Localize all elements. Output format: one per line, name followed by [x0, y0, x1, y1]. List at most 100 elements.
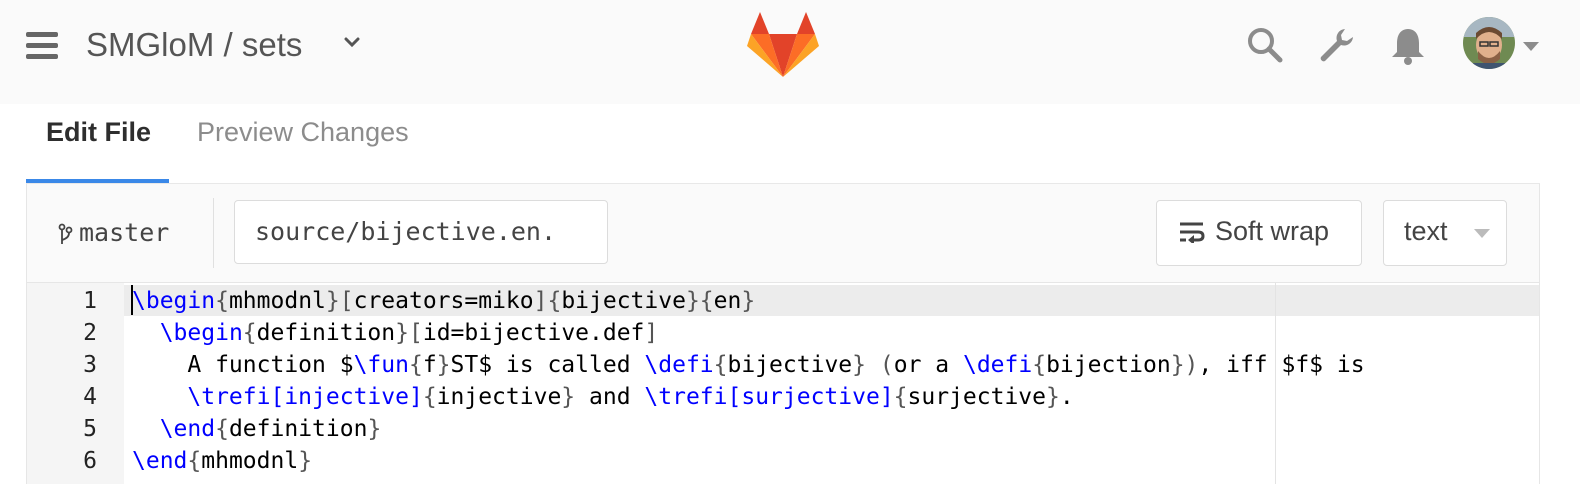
code-token: mhmodnl [228, 288, 326, 314]
code-token: ]{ [533, 288, 562, 314]
code-token: { [215, 288, 229, 314]
code-token: ST$ is called [450, 352, 645, 378]
code-token: creators=miko [353, 288, 534, 314]
code-token: [surjective] [727, 384, 894, 410]
code-line[interactable]: 4 \trefi[injective]{injective} and \tref… [27, 381, 1539, 413]
code-token: definition [256, 320, 396, 346]
code-token: injective [436, 384, 562, 410]
code-token: \end [132, 448, 188, 474]
code-token: { [215, 416, 229, 442]
branch-label: master [57, 218, 169, 247]
line-number: 2 [83, 320, 97, 346]
branch-name: master [79, 218, 170, 247]
file-mode-value: text [1404, 216, 1448, 246]
code-token: } [741, 288, 756, 314]
code-token: . [1059, 384, 1074, 410]
code-token: }) [1170, 352, 1199, 378]
line-number: 5 [83, 416, 97, 442]
code-token: bijective [727, 352, 853, 378]
code-token: , iff $f$ is [1198, 352, 1365, 378]
code-text[interactable]: A function $\fun{f}ST$ is called \defi{b… [132, 349, 1365, 381]
tab-label: Edit File [46, 117, 152, 147]
editor-tabs: Edit File Preview Changes [26, 104, 1540, 185]
code-text[interactable]: \end{mhmodnl} [132, 445, 312, 477]
code-token: \begin [159, 320, 243, 346]
soft-wrap-icon [1180, 222, 1205, 243]
code-token: { [408, 352, 423, 378]
code-token: }[ [325, 288, 354, 314]
code-token: id=bijective.def [422, 320, 645, 346]
code-editor[interactable]: 1 \begin{mhmodnl}[creators=miko]{bijectiv… [26, 283, 1540, 484]
code-token: { [242, 320, 257, 346]
code-token: { [422, 384, 437, 410]
code-token: }[ [395, 320, 423, 346]
code-token: mhmodnl [201, 448, 299, 474]
code-line[interactable]: 2 \begin{definition}[id=bijective.def] [27, 317, 1539, 349]
code-token: bijection [1046, 352, 1171, 378]
code-token: ] [644, 320, 659, 346]
code-token: \fun [353, 352, 409, 378]
code-line[interactable]: 1 \begin{mhmodnl}[creators=miko]{bijectiv… [27, 285, 1539, 317]
bell-icon[interactable] [1390, 26, 1426, 66]
project-breadcrumb[interactable]: SMGloM / sets [86, 26, 360, 64]
soft-wrap-label: Soft wrap [1215, 216, 1330, 246]
wrench-icon[interactable] [1318, 26, 1356, 64]
code-token: { [187, 448, 202, 474]
file-mode-select[interactable]: text [1383, 200, 1507, 266]
search-icon[interactable] [1246, 26, 1284, 64]
code-text[interactable]: \trefi[injective]{injective} and \trefi[… [132, 381, 1074, 413]
code-token: \end [159, 416, 216, 442]
code-token: A function $ [132, 352, 354, 378]
code-token: definition [228, 416, 368, 442]
menu-icon[interactable] [26, 32, 58, 60]
code-token: \trefi [644, 384, 728, 410]
gitlab-logo[interactable] [747, 12, 819, 78]
code-token: } [298, 448, 313, 474]
file-toolbar: master source/bijective.en. Soft wrap te… [26, 184, 1540, 283]
top-navbar: SMGloM / sets [0, 0, 1580, 104]
line-number: 6 [83, 448, 97, 474]
code-token: \begin [132, 288, 216, 314]
tab-preview-changes[interactable]: Preview Changes [197, 104, 409, 182]
code-line[interactable]: 3 A function $\fun{f}ST$ is called \defi… [27, 349, 1539, 381]
code-token: } [1046, 384, 1060, 410]
code-token: } [436, 352, 451, 378]
file-path-input[interactable]: source/bijective.en. [234, 200, 608, 264]
line-number: 4 [83, 384, 97, 410]
code-token: { [893, 384, 908, 410]
code-token: } [561, 384, 576, 410]
code-line[interactable]: 6 \end{mhmodnl} [27, 445, 1539, 477]
caret-down-icon [1474, 229, 1490, 238]
tab-edit-file[interactable]: Edit File [26, 104, 169, 183]
code-token: and [575, 384, 645, 410]
code-text[interactable]: \begin{definition}[id=bijective.def] [132, 317, 659, 349]
code-token: [injective] [270, 384, 423, 410]
tab-label: Preview Changes [197, 117, 409, 147]
line-number: 1 [83, 288, 97, 314]
code-token: } [852, 352, 866, 378]
code-token: { [1032, 352, 1047, 378]
code-text[interactable]: \end{definition} [132, 413, 382, 445]
code-token: }{ [685, 288, 714, 314]
branch-icon [58, 223, 73, 244]
avatar[interactable] [1463, 17, 1515, 69]
code-token: \defi [644, 352, 714, 378]
project-title[interactable]: SMGloM / sets [86, 26, 302, 63]
code-token: { [713, 352, 728, 378]
soft-wrap-button[interactable]: Soft wrap [1156, 200, 1362, 266]
code-token: en [713, 288, 742, 314]
toolbar-divider [213, 198, 214, 268]
code-token: surjective [907, 384, 1047, 410]
code-token: \trefi [187, 384, 271, 410]
code-token: or a [893, 352, 963, 378]
code-token: ( [879, 352, 894, 378]
code-text[interactable]: \begin{mhmodnl}[creators=miko]{bijective… [132, 285, 755, 317]
code-line[interactable]: 5 \end{definition} [27, 413, 1539, 445]
caret-down-icon[interactable] [1523, 42, 1539, 52]
code-token: } [367, 416, 382, 442]
chevron-down-icon[interactable] [344, 36, 360, 48]
